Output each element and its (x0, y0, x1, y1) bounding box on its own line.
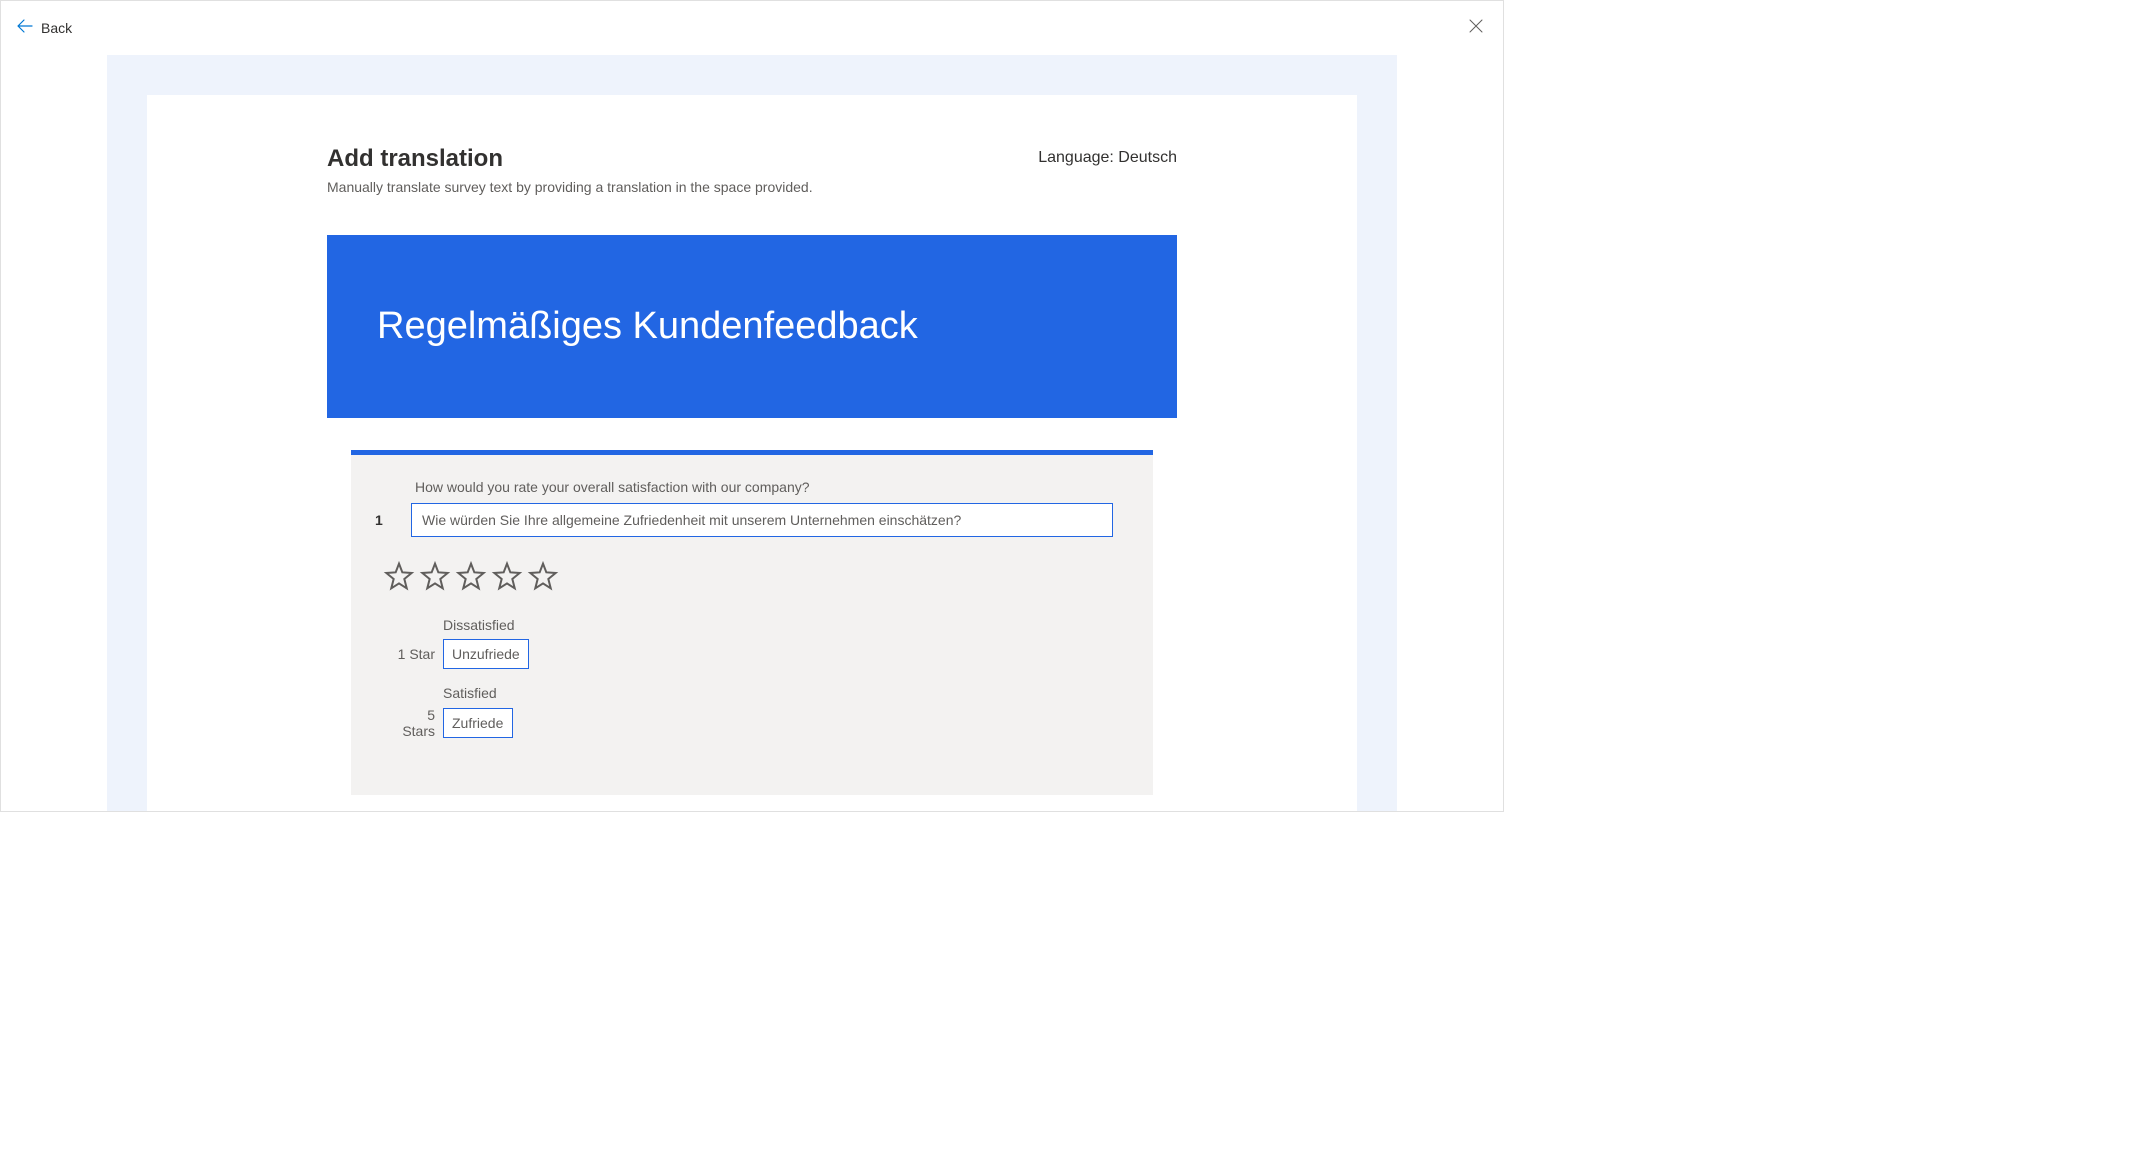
header-row: Add translation Language: Deutsch (327, 145, 1177, 173)
question-row: 1 (375, 503, 1113, 537)
outer-container: Add translation Language: Deutsch Manual… (107, 55, 1397, 811)
survey-title-banner[interactable]: Regelmäßiges Kundenfeedback (327, 235, 1177, 418)
stars-row (383, 561, 1113, 593)
rating-source-label: Satisfied (443, 685, 1113, 701)
rating-translation-input[interactable] (443, 708, 513, 738)
rating-prefix: 5 Stars (391, 707, 435, 739)
close-icon (1469, 19, 1483, 33)
rating-row: 5 Stars (391, 707, 1113, 739)
page-title: Add translation (327, 145, 503, 173)
rating-source-label: Dissatisfied (443, 617, 1113, 633)
star-icon[interactable] (419, 561, 451, 593)
rating-translation-input[interactable] (443, 639, 529, 669)
question-number: 1 (375, 512, 395, 528)
language-label: Language: Deutsch (1038, 149, 1177, 167)
star-icon[interactable] (383, 561, 415, 593)
rating-row: 1 Star (391, 639, 1113, 669)
star-icon[interactable] (491, 561, 523, 593)
survey-title: Regelmäßiges Kundenfeedback (377, 305, 1127, 348)
rating-label-group: Dissatisfied 1 Star (391, 617, 1113, 669)
rating-label-group: Satisfied 5 Stars (391, 685, 1113, 739)
top-bar: Back (1, 1, 1503, 55)
rating-prefix: 1 Star (391, 646, 435, 662)
question-translation-input[interactable] (411, 503, 1113, 537)
star-icon[interactable] (455, 561, 487, 593)
question-block: How would you rate your overall satisfac… (351, 450, 1153, 795)
back-button[interactable]: Back (17, 18, 72, 39)
arrow-left-icon (17, 18, 33, 39)
back-label: Back (41, 20, 72, 36)
question-source-text: How would you rate your overall satisfac… (415, 479, 1113, 495)
star-icon[interactable] (527, 561, 559, 593)
page-subtitle: Manually translate survey text by provid… (327, 179, 1177, 195)
inner-card: Add translation Language: Deutsch Manual… (147, 95, 1357, 811)
rating-labels: Dissatisfied 1 Star Satisfied 5 Stars (391, 617, 1113, 739)
close-button[interactable] (1465, 15, 1487, 42)
